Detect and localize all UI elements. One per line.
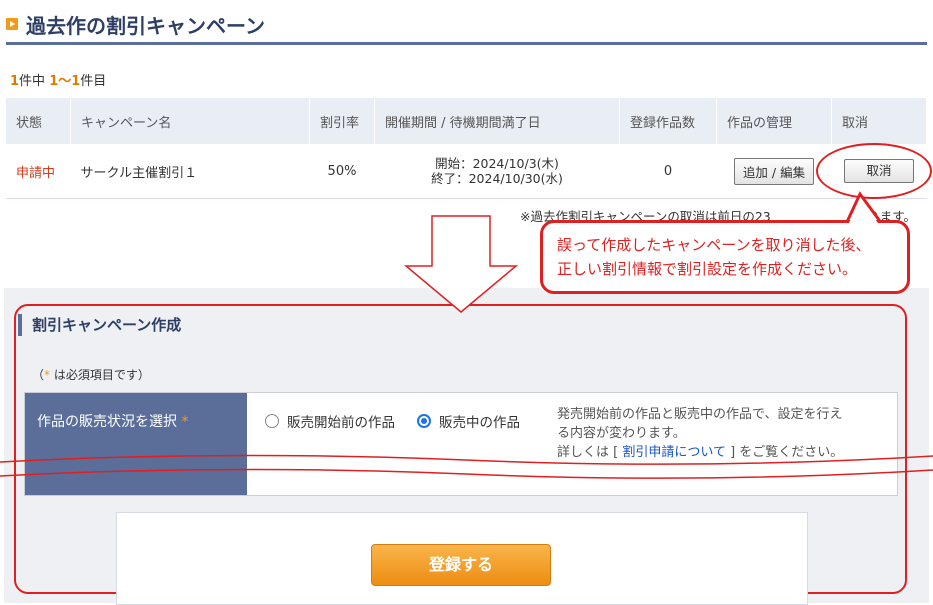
annotation-callout: 誤って作成したキャンペーンを取り消した後、 正しい割引情報で割引設定を作成くださ… — [540, 220, 910, 294]
down-arrow-graphic — [403, 215, 519, 313]
callout-line: 正しい割引情報で割引設定を作成ください。 — [557, 260, 858, 278]
callout-line: 誤って作成したキャンペーンを取り消した後、 — [557, 236, 871, 254]
annotation-arrows — [403, 191, 885, 313]
